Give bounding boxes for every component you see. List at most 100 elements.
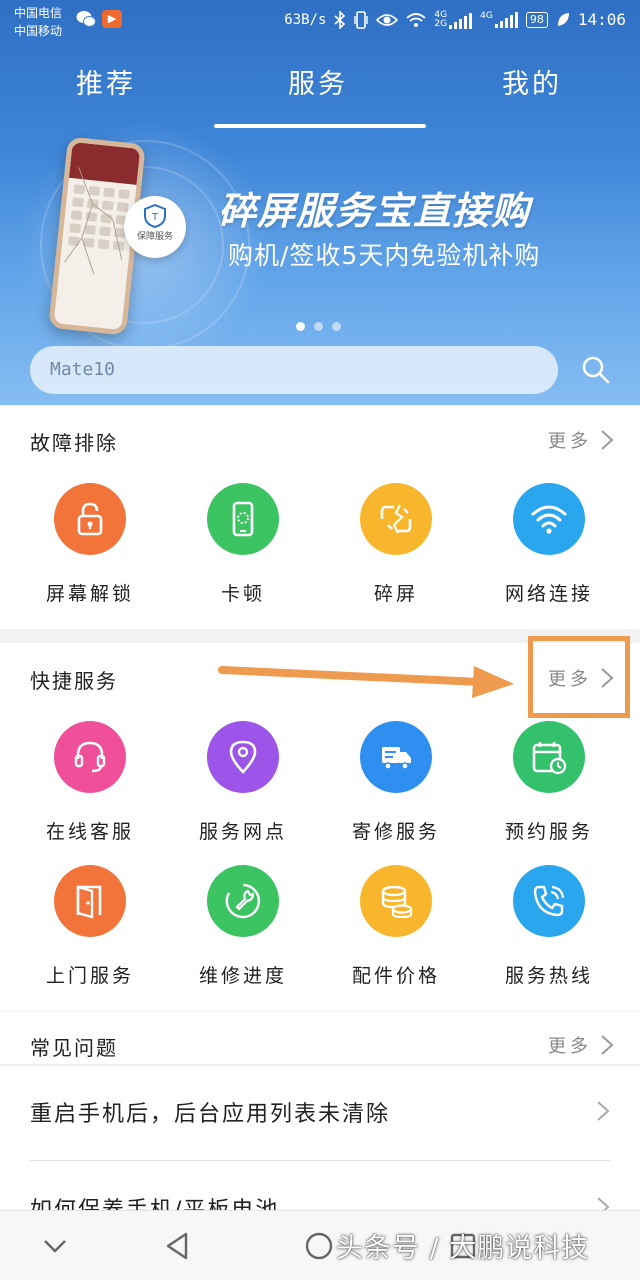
signal-2: 4G [480, 10, 518, 28]
lock-icon [77, 502, 103, 536]
calendar-icon [532, 742, 567, 775]
item-label: 上门服务 [45, 965, 134, 987]
grid-item-service-hotline[interactable]: 服务热线 [469, 865, 629, 988]
network-type-2: 4G [480, 10, 493, 21]
coins-icon [381, 885, 413, 919]
carrier-info: 中国电信 中国移动 [14, 4, 62, 40]
signal-bars-icon [449, 12, 473, 29]
item-label: 屏幕解锁 [45, 583, 134, 605]
grid-item-service-outlets[interactable]: 服务网点 [163, 721, 323, 844]
hero-header: 中国电信 中国移动 ▶ 63B/s 4G 2G 4G 98 14:06 推荐 服… [0, 0, 640, 405]
item-label: 卡顿 [220, 583, 265, 605]
network-type-1b: 2G [434, 18, 448, 29]
wifi-icon [531, 505, 567, 534]
carousel-dot [314, 322, 323, 331]
wechat-icon [76, 11, 96, 27]
signal-1: 4G 2G [434, 10, 473, 29]
icon-circle [207, 865, 279, 937]
chevron-right-icon [601, 1035, 614, 1055]
collapse-nav-icon[interactable] [38, 1229, 72, 1263]
section-title: 常见问题 [30, 1036, 118, 1060]
notification-icons: ▶ [76, 10, 122, 28]
carousel-indicator [296, 322, 341, 331]
search-input[interactable]: Mate10 [30, 346, 558, 394]
more-label: 更多 [548, 1036, 592, 1057]
item-label: 服务网点 [198, 821, 287, 843]
icon-circle [360, 865, 432, 937]
badge-label: 保障服务 [136, 232, 173, 242]
status-bar: 中国电信 中国移动 ▶ 63B/s 4G 2G 4G 98 14:06 [0, 0, 640, 46]
item-label: 寄修服务 [351, 821, 440, 843]
item-label: 配件价格 [351, 965, 440, 987]
top-tabs: 推荐 服务 我的 [0, 62, 640, 112]
eye-comfort-icon [376, 13, 399, 26]
network-speed: 63B/s [284, 11, 327, 28]
home-icon[interactable] [302, 1229, 336, 1263]
shield-icon: T [144, 204, 166, 228]
vibrate-icon [354, 10, 369, 29]
carousel-dot [332, 322, 341, 331]
grid-item-lag[interactable]: 卡顿 [163, 483, 323, 606]
video-app-icon: ▶ [102, 10, 122, 28]
door-icon [76, 885, 102, 919]
item-label: 预约服务 [504, 821, 593, 843]
fault-section: 故障排除 更多 屏幕解锁 卡顿 碎屏 网络连接 [0, 405, 640, 629]
bluetooth-icon [334, 10, 346, 29]
annotation-arrow [218, 666, 514, 698]
location-icon [229, 740, 257, 774]
svg-text:T: T [151, 212, 159, 223]
grid-item-parts-price[interactable]: 配件价格 [316, 865, 476, 988]
tab-service[interactable]: 服务 [288, 62, 348, 101]
row-divider [30, 1160, 610, 1161]
chevron-right-icon [601, 430, 614, 450]
icon-circle [360, 483, 432, 555]
phone-lag-icon [232, 501, 254, 537]
icon-circle [513, 865, 585, 937]
icon-circle [207, 483, 279, 555]
tab-mine[interactable]: 我的 [502, 62, 562, 101]
grid-item-mail-repair[interactable]: 寄修服务 [316, 721, 476, 844]
item-label: 服务热线 [504, 965, 593, 987]
watermark-text: 头条号 / 大鹏说科技 [336, 1233, 590, 1264]
wifi-status-icon [406, 12, 427, 27]
section-title: 快捷服务 [30, 669, 118, 693]
more-link[interactable]: 更多 [548, 1032, 614, 1058]
protection-badge: T 保障服务 [124, 196, 186, 258]
icon-circle [54, 483, 126, 555]
carrier-1: 中国电信 [14, 6, 63, 20]
back-icon[interactable] [160, 1229, 194, 1263]
item-label: 维修进度 [198, 965, 287, 987]
broken-screen-icon [380, 504, 412, 534]
item-label: 在线客服 [45, 821, 134, 843]
chevron-right-icon [597, 1101, 610, 1121]
carrier-2: 中国移动 [14, 24, 63, 38]
status-icons: 63B/s 4G 2G 4G 98 14:06 [284, 10, 626, 29]
banner-subtitle: 购机/签收5天内免验机补购 [228, 241, 541, 270]
search-icon[interactable] [580, 354, 612, 386]
wrench-icon [225, 883, 261, 919]
item-label: 碎屏 [373, 583, 418, 605]
grid-item-online-support[interactable]: 在线客服 [10, 721, 170, 844]
more-link[interactable]: 更多 [548, 427, 614, 453]
grid-item-onsite-service[interactable]: 上门服务 [10, 865, 170, 988]
grid-item-network[interactable]: 网络连接 [469, 483, 629, 606]
banner-title[interactable]: 碎屏服务宝直接购 [218, 180, 530, 235]
faq-item[interactable]: 重启手机后，后台应用列表未清除 [0, 1066, 640, 1160]
more-label: 更多 [548, 431, 592, 452]
grid-item-repair-progress[interactable]: 维修进度 [163, 865, 323, 988]
battery-indicator: 98 [525, 11, 548, 28]
section-title: 故障排除 [30, 431, 118, 455]
grid-item-broken-screen[interactable]: 碎屏 [316, 483, 476, 606]
icon-circle [54, 865, 126, 937]
grid-item-screen-unlock[interactable]: 屏幕解锁 [10, 483, 170, 606]
grid-item-appointment[interactable]: 预约服务 [469, 721, 629, 844]
annotation-highlight-box [528, 636, 630, 718]
clock: 14:06 [577, 10, 626, 29]
icon-circle [513, 721, 585, 793]
icon-circle [207, 721, 279, 793]
signal-bars-icon [494, 11, 518, 28]
tab-recommend[interactable]: 推荐 [76, 62, 136, 101]
truck-icon [382, 747, 411, 770]
headset-icon [74, 741, 106, 773]
item-label: 网络连接 [504, 583, 593, 605]
